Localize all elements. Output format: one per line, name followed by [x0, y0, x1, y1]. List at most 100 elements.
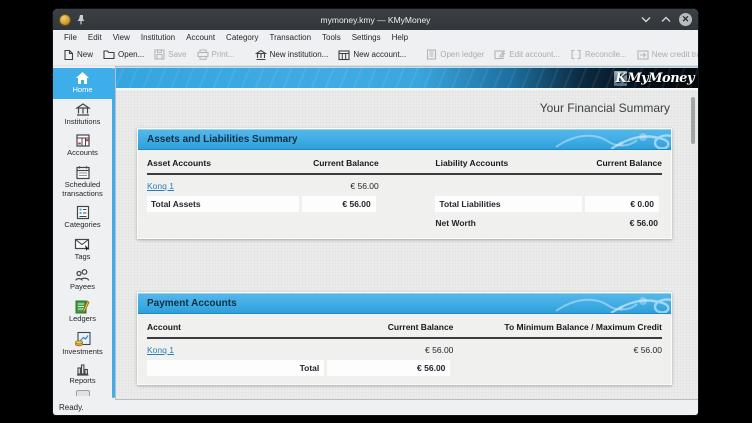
toolbar-new-button[interactable]: New	[59, 47, 97, 63]
total-liabilities-label: Total Liabilities	[435, 196, 581, 212]
table-row: Konq 1 € 56.00 € 56.00	[147, 340, 662, 359]
payment-accounts-card: Payment Accounts Account Current Balance	[137, 292, 672, 385]
menu-settings[interactable]: Settings	[347, 32, 386, 43]
column-header: Current Balance	[585, 158, 662, 168]
column-header: Liability Accounts	[435, 158, 584, 168]
categories-icon	[75, 205, 91, 220]
toolbar-new-institution-button[interactable]: New institution...	[251, 47, 333, 63]
sidebar-item-home[interactable]: Home	[53, 68, 112, 99]
toolbar: New Open... Save Print...	[53, 44, 698, 66]
titlebar[interactable]: mymoney.kmy — KMyMoney ✕	[53, 9, 698, 30]
toolbar-edit-account-button[interactable]: Edit account...	[490, 47, 564, 62]
toolbar-print-button[interactable]: Print...	[193, 47, 239, 62]
payees-icon	[74, 268, 91, 282]
kmymoney-banner: KMyMoney	[116, 67, 698, 90]
sidebar-item-scheduled-transactions[interactable]: Scheduled transactions	[53, 162, 112, 202]
toolbar-save-button[interactable]: Save	[150, 47, 190, 62]
total-label: Total	[147, 360, 324, 376]
house-icon	[75, 71, 90, 85]
table-row: Konq 1 € 56.00	[147, 176, 662, 195]
account-link-konq1[interactable]: Konq 1	[147, 181, 302, 191]
flourish-decoration-icon	[551, 130, 671, 150]
menu-transaction[interactable]: Transaction	[265, 32, 317, 43]
menu-view[interactable]: View	[108, 32, 135, 43]
maximize-button[interactable]	[659, 13, 672, 26]
menu-category[interactable]: Category	[221, 32, 263, 43]
sidebar-item-institutions[interactable]: Institutions	[53, 99, 112, 131]
vertical-scrollbar[interactable]	[691, 97, 695, 144]
menu-help[interactable]: Help	[387, 32, 413, 43]
sidebar-item-ledgers[interactable]: Ledgers	[53, 296, 112, 328]
payment-accounts-header: Payment Accounts	[138, 293, 671, 314]
credit-transfer-icon	[637, 49, 649, 61]
account-balance: € 56.00	[302, 181, 379, 191]
section-title: Assets and Liabilities Summary	[138, 134, 298, 145]
close-button[interactable]: ✕	[679, 13, 692, 26]
status-bar: Ready.	[53, 400, 698, 415]
accounts-ledger-icon	[75, 133, 91, 148]
sidebar-item-tags[interactable]: Tags	[53, 234, 112, 266]
column-header: To Minimum Balance / Maximum Credit	[453, 322, 662, 332]
kmymoney-app-icon	[59, 14, 71, 26]
pin-icon	[76, 14, 86, 25]
calendar-icon	[75, 165, 91, 180]
table-header-row: Account Current Balance To Minimum Balan…	[147, 322, 662, 339]
toolbar-new-credit-transfer-button[interactable]: New credit transfer	[633, 47, 699, 63]
new-account-icon	[338, 49, 350, 61]
menu-edit[interactable]: Edit	[83, 32, 107, 43]
account-min-max: € 56.00	[453, 345, 662, 355]
menu-account[interactable]: Account	[181, 32, 220, 43]
column-header: Current Balance	[327, 322, 453, 332]
totals-row: Total Assets € 56.00 Total Liabilities €…	[147, 195, 662, 213]
payment-accounts-table: Account Current Balance To Minimum Balan…	[138, 314, 671, 384]
ledger-book-icon	[426, 49, 437, 60]
column-header: Account	[147, 322, 327, 332]
total-value: € 56.00	[327, 360, 450, 376]
total-liabilities-value: € 0.00	[585, 196, 659, 212]
kmymoney-window: mymoney.kmy — KMyMoney ✕ File Edit View …	[52, 8, 699, 416]
menu-tools[interactable]: Tools	[317, 32, 346, 43]
sidebar-item-partial	[53, 390, 112, 396]
summary-scroll-area: Your Financial Summary Assets and Liabil…	[116, 90, 698, 399]
sidebar-item-accounts[interactable]: Accounts	[53, 130, 112, 162]
toolbar-reconcile-button[interactable]: Reconcile...	[566, 47, 631, 62]
total-assets-label: Total Assets	[147, 196, 299, 212]
tag-mail-icon	[74, 237, 91, 252]
sidebar-item-categories[interactable]: Categories	[53, 202, 112, 234]
kmymoney-logo: KMyMoney	[614, 71, 694, 86]
save-icon	[154, 49, 165, 60]
menu-institution[interactable]: Institution	[136, 32, 180, 43]
net-worth-label: Net Worth	[435, 218, 584, 228]
open-folder-icon	[103, 49, 115, 60]
toolbar-open-button[interactable]: Open...	[99, 47, 148, 62]
totals-row: Total € 56.00	[147, 359, 662, 377]
assets-liabilities-header: Assets and Liabilities Summary	[138, 129, 671, 150]
new-file-icon	[63, 49, 74, 61]
account-link-konq1[interactable]: Konq 1	[147, 345, 327, 355]
table-header-row: Asset Accounts Current Balance Liability…	[147, 158, 662, 175]
home-view: KMyMoney Your Financial Summary Assets a…	[115, 66, 698, 400]
menu-file[interactable]: File	[59, 32, 82, 43]
total-assets-value: € 56.00	[302, 196, 376, 212]
account-balance: € 56.00	[327, 345, 453, 355]
window-title: mymoney.kmy — KMyMoney	[53, 15, 698, 25]
sidebar-item-investments[interactable]: Investments	[53, 328, 112, 361]
menu-bar: File Edit View Institution Account Categ…	[53, 30, 698, 44]
chevron-up-icon	[662, 18, 670, 22]
reports-icon	[75, 363, 90, 376]
status-text: Ready.	[59, 403, 84, 412]
assets-liabilities-table: Asset Accounts Current Balance Liability…	[138, 150, 671, 238]
close-icon: ✕	[679, 13, 692, 26]
minimize-button[interactable]	[639, 13, 652, 26]
column-header: Asset Accounts	[147, 158, 302, 168]
reconcile-icon	[570, 49, 582, 60]
sidebar: Home Institutions Accounts	[53, 66, 112, 400]
sidebar-item-reports[interactable]: Reports	[53, 360, 112, 390]
toolbar-new-account-button[interactable]: New account...	[334, 47, 410, 63]
edit-account-icon	[494, 49, 506, 60]
bank-icon	[75, 102, 91, 117]
toolbar-open-ledger-button[interactable]: Open ledger	[422, 47, 488, 62]
assets-liabilities-card: Assets and Liabilities Summary Asset Acc…	[137, 128, 672, 239]
print-icon	[197, 49, 209, 60]
sidebar-item-payees[interactable]: Payees	[53, 265, 112, 296]
